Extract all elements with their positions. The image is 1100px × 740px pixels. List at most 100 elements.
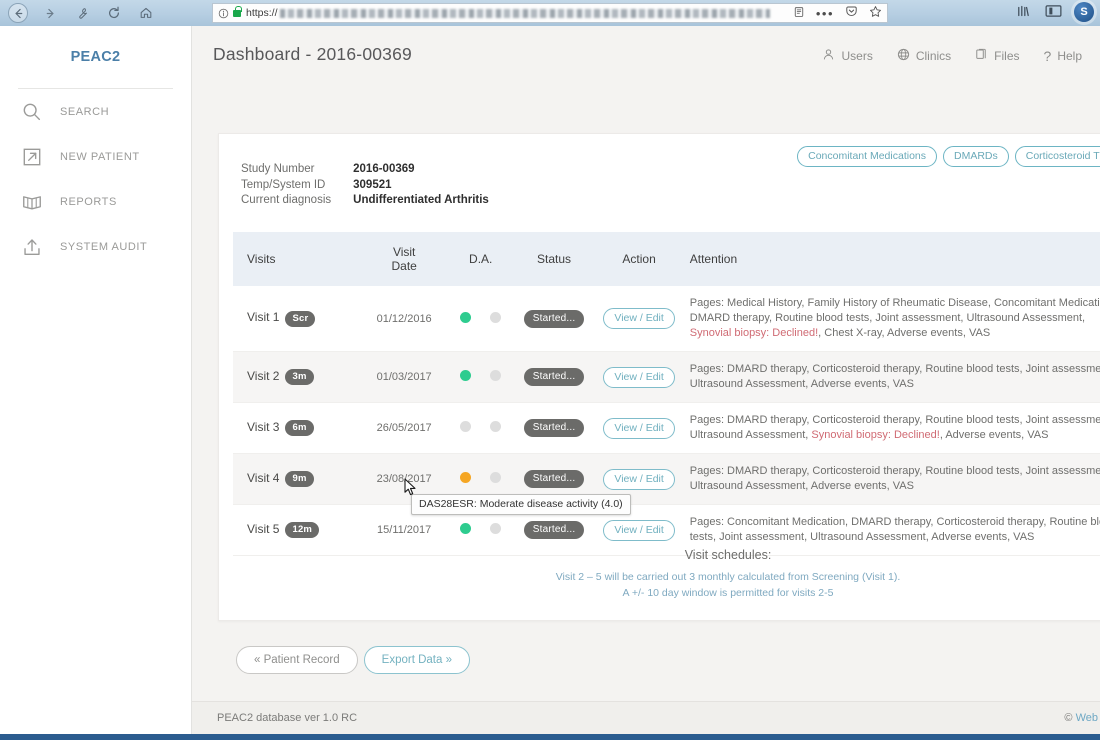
mouse-cursor	[404, 478, 417, 502]
export-data-button[interactable]: Export Data »	[363, 646, 470, 674]
star-bookmark-icon[interactable]	[869, 5, 882, 21]
pill-dmards[interactable]: DMARDs	[943, 146, 1009, 168]
brand-logo[interactable]: PEAC2	[0, 26, 191, 88]
da-dot-green[interactable]	[460, 370, 472, 381]
section-pill-row: Concomitant Medications DMARDs Corticost…	[797, 146, 1100, 168]
topnav-help[interactable]: ? Help	[1044, 48, 1082, 64]
external-link-icon	[18, 143, 46, 171]
visit-schedules-title: Visit schedules:	[684, 548, 772, 562]
visit-date: 01/12/2016	[360, 286, 448, 352]
pocket-icon[interactable]	[845, 5, 858, 21]
action-cell: View / Edit	[594, 402, 684, 454]
url-bar[interactable]: https:// •••	[212, 3, 888, 23]
visit-name: Visit 3	[247, 419, 280, 434]
sidebar-item-new-patient[interactable]: NEW PATIENT	[0, 134, 191, 179]
secondary-dot[interactable]	[490, 370, 502, 381]
bottom-button-row: « Patient Record Export Data »	[236, 646, 470, 674]
attention-cell: Pages: DMARD therapy, Corticosteroid the…	[683, 351, 1100, 403]
topnav-clinics[interactable]: Clinics	[897, 48, 951, 64]
back-arrow-icon[interactable]	[8, 3, 28, 23]
top-bar: Dashboard - 2016-00369 Users Clinics Fil…	[192, 26, 1100, 88]
overflow-menu-icon[interactable]: •••	[816, 6, 834, 21]
footer: PEAC2 database ver 1.0 RC © Web	[192, 701, 1100, 734]
topnav-users[interactable]: Users	[822, 48, 873, 64]
footer-link[interactable]: Web	[1076, 712, 1098, 724]
visit-schedules-line-2: A +/- 10 day window is permitted for vis…	[622, 587, 834, 599]
url-bar-actions: •••	[793, 5, 882, 21]
visits-table-header: Visits Visit Date D.A. Status Action Atte…	[233, 232, 1100, 286]
visit-period-badge: 6m	[285, 420, 314, 437]
disease-activity-cell[interactable]	[447, 351, 514, 403]
pill-concomitant-medications[interactable]: Concomitant Medications	[797, 146, 937, 168]
reload-icon[interactable]	[104, 3, 124, 23]
sidebar-icon[interactable]	[1045, 4, 1062, 21]
footer-copyright: © Web	[1064, 712, 1098, 724]
sidebar-item-system-audit[interactable]: SYSTEM AUDIT	[0, 224, 191, 269]
view-edit-button[interactable]: View / Edit	[603, 519, 675, 541]
footer-version-text: PEAC2 database ver 1.0 RC	[217, 712, 358, 724]
secondary-dot[interactable]	[490, 472, 502, 483]
attention-text: Pages: DMARD therapy, Corticosteroid the…	[689, 363, 1100, 390]
sidebar-item-search[interactable]: SEARCH	[0, 89, 191, 134]
files-icon	[975, 48, 988, 64]
disease-activity-cell[interactable]	[447, 402, 514, 454]
visit-name: Visit 1	[247, 310, 280, 325]
study-info-label: Current diagnosis	[241, 194, 332, 206]
home-icon[interactable]	[136, 3, 156, 23]
view-edit-button[interactable]: View / Edit	[603, 366, 675, 388]
info-icon[interactable]	[218, 8, 229, 19]
view-edit-button[interactable]: View / Edit	[603, 468, 675, 490]
attention-text-tail: , Chest X-ray, Adverse events, VAS	[818, 327, 991, 339]
forward-arrow-icon[interactable]	[40, 3, 60, 23]
secondary-dot[interactable]	[490, 421, 502, 432]
da-dot-green[interactable]	[460, 523, 472, 534]
column-header-action: Action	[594, 232, 684, 286]
attention-text: Pages: DMARD therapy, Corticosteroid the…	[689, 465, 1100, 492]
view-edit-button[interactable]: View / Edit	[603, 308, 675, 329]
topnav-label: Clinics	[915, 49, 952, 63]
topnav-files[interactable]: Files	[975, 48, 1020, 64]
url-scheme-text: https://	[246, 7, 278, 19]
secondary-dot[interactable]	[490, 311, 502, 323]
table-row: Visit 1 Scr 01/12/2016 Started... View / Edi…	[233, 286, 1100, 352]
status-badge: Started...	[523, 470, 585, 488]
pill-corticosteroid-therapy[interactable]: Corticosteroid Therapy	[1014, 146, 1100, 168]
lock-icon	[233, 5, 242, 17]
patient-record-button[interactable]: « Patient Record	[236, 646, 358, 674]
globe-icon	[897, 48, 910, 64]
visit-period-badge: Scr	[285, 310, 316, 327]
visit-date: 26/05/2017	[360, 402, 448, 454]
book-icon	[18, 188, 46, 216]
question-mark-icon: ?	[1043, 48, 1052, 64]
attention-warning: Synovial biopsy: Declined!	[689, 327, 819, 339]
action-cell: View / Edit	[594, 351, 684, 403]
da-dot-green[interactable]	[460, 311, 472, 323]
sidebar-item-reports[interactable]: REPORTS	[0, 179, 191, 224]
reader-view-icon[interactable]	[793, 6, 805, 21]
table-row: Visit 3 6m 26/05/2017 Started... View / Edit…	[233, 402, 1100, 454]
wrench-icon[interactable]	[72, 3, 92, 23]
status-badge: Started...	[523, 521, 585, 539]
da-dot-grey[interactable]	[460, 421, 472, 432]
attention-cell: Pages: DMARD therapy, Corticosteroid the…	[683, 453, 1100, 505]
application-window: PEAC2 SEARCH NEW PATIENT REPORTS SYSTEM	[0, 26, 1100, 734]
study-info-value: Undifferentiated Arthritis	[353, 194, 489, 206]
content-area: Concomitant Medications DMARDs Corticost…	[192, 88, 1100, 701]
account-avatar[interactable]: S	[1074, 2, 1094, 22]
visit-name: Visit 4	[247, 470, 280, 485]
table-row: Visit 2 3m 01/03/2017 Started... View / Edit…	[233, 351, 1100, 403]
column-header-attention: Attention	[683, 232, 1100, 286]
status-badge: Started...	[523, 419, 585, 437]
visit-cell: Visit 1 Scr	[233, 286, 361, 352]
library-icon[interactable]	[1017, 4, 1033, 21]
topnav-label: Help	[1057, 49, 1082, 63]
visit-schedules-block: Visit schedules: Visit 2 – 5 will be car…	[219, 548, 1100, 601]
secondary-dot[interactable]	[490, 523, 502, 534]
status-badge: Started...	[523, 368, 585, 386]
visits-table: Visits Visit Date D.A. Status Action Atte…	[233, 232, 1100, 556]
view-edit-button[interactable]: View / Edit	[603, 417, 675, 439]
disease-activity-cell[interactable]	[447, 286, 514, 352]
study-info-value: 2016-00369	[353, 163, 415, 175]
da-dot-orange[interactable]	[460, 472, 472, 483]
attention-warning: Synovial biopsy: Declined!	[811, 429, 940, 441]
